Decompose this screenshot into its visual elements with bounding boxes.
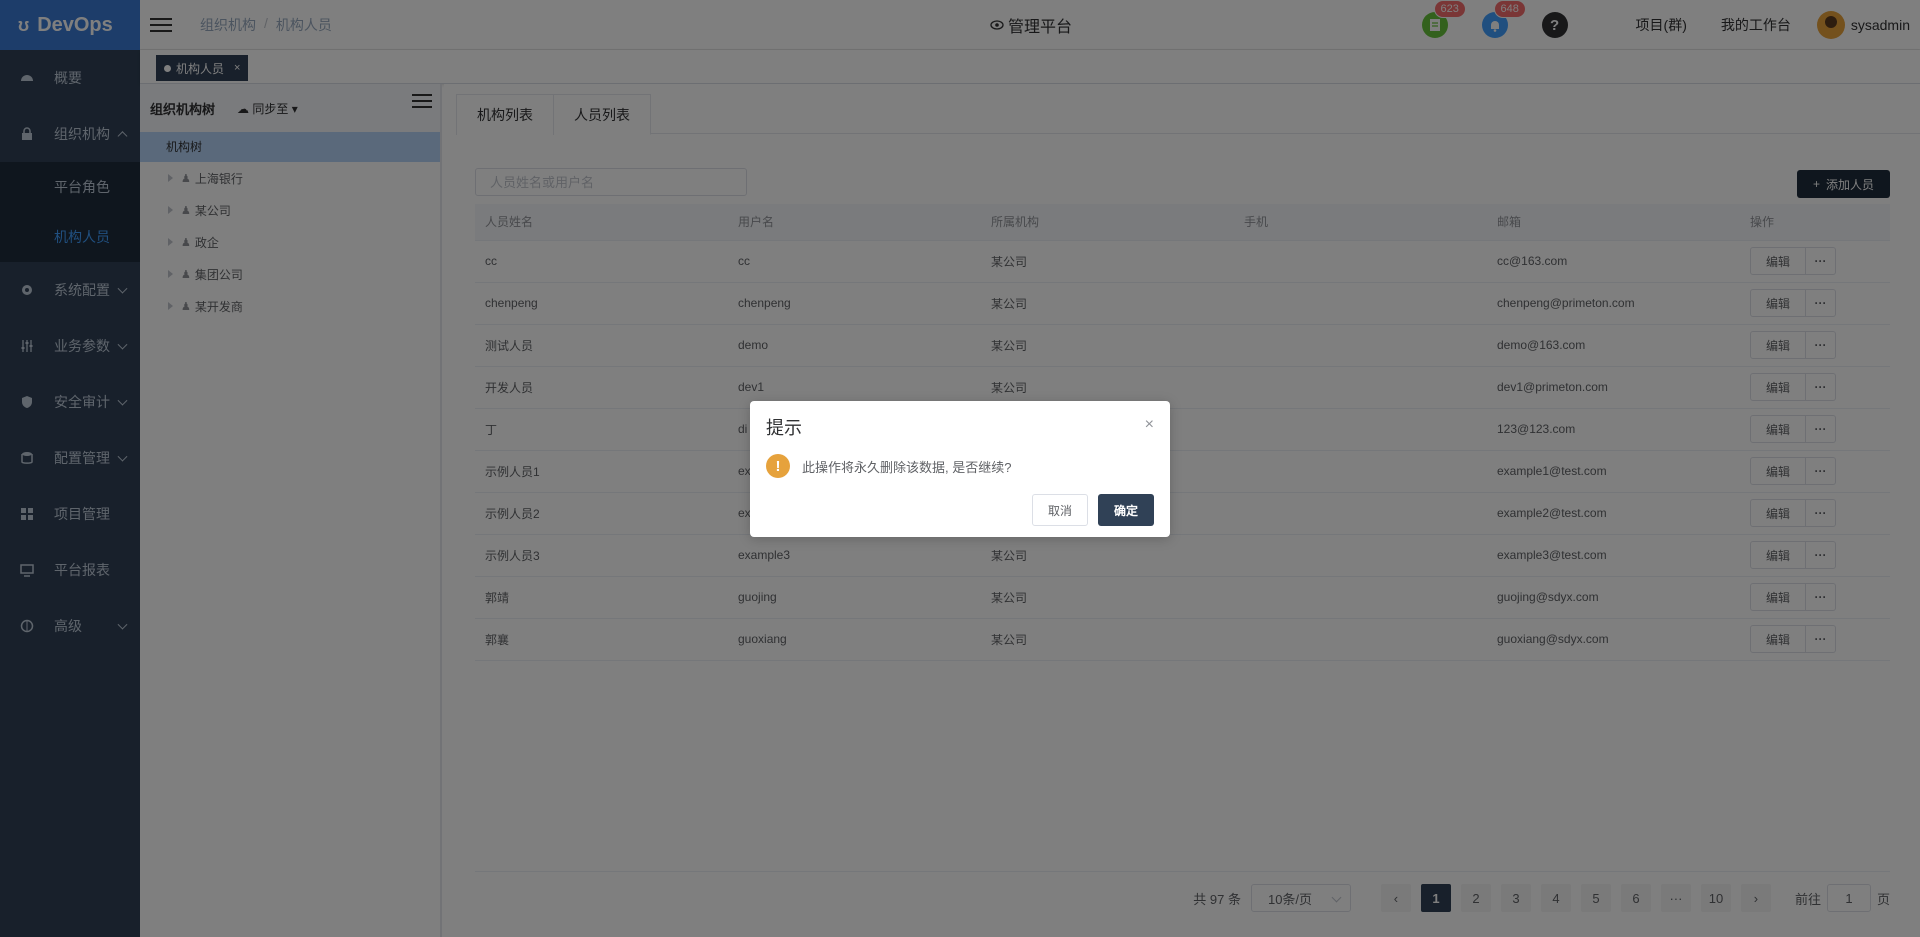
close-icon[interactable]: × (1145, 416, 1154, 434)
dialog-message: 此操作将永久删除该数据, 是否继续? (802, 459, 1012, 475)
dialog-title: 提示 (766, 418, 802, 438)
warning-icon: ! (766, 454, 790, 478)
confirm-button[interactable]: 确定 (1098, 494, 1154, 526)
confirm-dialog: 提示 × ! 此操作将永久删除该数据, 是否继续? 取消 确定 (750, 401, 1170, 537)
cancel-button[interactable]: 取消 (1032, 494, 1088, 526)
dialog-body: ! 此操作将永久删除该数据, 是否继续? (766, 454, 1011, 478)
